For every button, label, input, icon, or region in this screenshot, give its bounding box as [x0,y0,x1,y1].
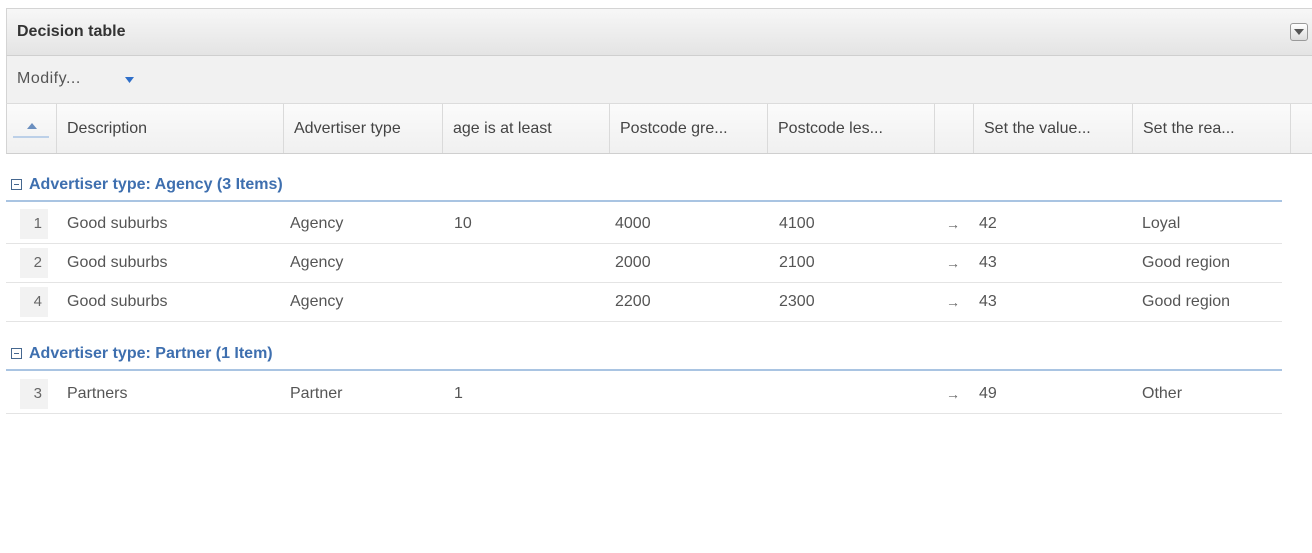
value-cell[interactable]: 43 [979,244,997,282]
group-header-agency[interactable]: Advertiser type: Agency (3 Items) [6,172,1282,202]
age-cell[interactable]: 10 [454,205,472,243]
postcode-gte-cell[interactable]: 2200 [615,283,651,321]
group-header-partner[interactable]: Advertiser type: Partner (1 Item) [6,341,1282,371]
group-divider [6,369,1282,371]
column-header-description[interactable]: Description [57,104,284,153]
right-arrow-icon: → [946,255,960,271]
reason-cell[interactable]: Other [1142,375,1182,413]
description-cell[interactable]: Good suburbs [67,244,168,282]
table-row[interactable]: 4 Good suburbs Agency 2200 2300 → 43 Goo… [6,283,1282,322]
column-header-postcode-lt[interactable]: Postcode les... [768,104,935,153]
decision-table-panel: Decision table Modify... Description Adv… [0,0,1312,553]
postcode-lt-cell[interactable]: 4100 [779,205,815,243]
caret-down-icon[interactable] [125,77,134,83]
sort-column-header[interactable] [7,104,57,153]
row-number: 3 [20,379,48,409]
panel-title: Decision table [17,23,126,40]
column-header-action[interactable] [935,104,974,153]
reason-cell[interactable]: Good region [1142,283,1230,321]
description-cell[interactable]: Good suburbs [67,283,168,321]
column-header-set-value[interactable]: Set the value... [974,104,1133,153]
right-arrow-icon: → [946,294,960,310]
table-header: Description Advertiser type age is at le… [6,103,1312,154]
table-row[interactable]: 1 Good suburbs Agency 10 4000 4100 → 42 … [6,205,1282,244]
group-divider [6,200,1282,202]
sort-indicator-line [13,136,49,138]
age-cell[interactable]: 1 [454,375,463,413]
toolbar: Modify... [6,56,1312,103]
column-header-age[interactable]: age is at least [443,104,610,153]
right-arrow-icon: → [946,216,960,232]
advertiser-type-cell[interactable]: Agency [290,283,343,321]
postcode-lt-cell[interactable]: 2300 [779,283,815,321]
collapse-panel-button[interactable] [1290,23,1308,41]
column-header-postcode-gte[interactable]: Postcode gre... [610,104,768,153]
row-number: 1 [20,209,48,239]
table-row[interactable]: 2 Good suburbs Agency 2000 2100 → 43 Goo… [6,244,1282,283]
group-label: Advertiser type: Partner (1 Item) [29,345,273,362]
table-row[interactable]: 3 Partners Partner 1 → 49 Other [6,375,1282,414]
row-number: 2 [20,248,48,278]
advertiser-type-cell[interactable]: Agency [290,244,343,282]
value-cell[interactable]: 42 [979,205,997,243]
postcode-lt-cell[interactable]: 2100 [779,244,815,282]
column-header-set-reason[interactable]: Set the rea... [1133,104,1291,153]
chevron-down-icon [1294,29,1304,35]
minus-box-icon[interactable] [11,348,22,359]
reason-cell[interactable]: Good region [1142,244,1230,282]
description-cell[interactable]: Good suburbs [67,205,168,243]
advertiser-type-cell[interactable]: Agency [290,205,343,243]
modify-menu-button[interactable]: Modify... [17,70,81,88]
right-arrow-icon: → [946,386,960,402]
value-cell[interactable]: 43 [979,283,997,321]
row-number: 4 [20,287,48,317]
value-cell[interactable]: 49 [979,375,997,413]
advertiser-type-cell[interactable]: Partner [290,375,342,413]
minus-box-icon[interactable] [11,179,22,190]
description-cell[interactable]: Partners [67,375,127,413]
reason-cell[interactable]: Loyal [1142,205,1180,243]
panel-titlebar: Decision table [6,8,1312,56]
postcode-gte-cell[interactable]: 4000 [615,205,651,243]
sort-ascending-icon [27,123,37,129]
postcode-gte-cell[interactable]: 2000 [615,244,651,282]
column-header-advertiser-type[interactable]: Advertiser type [284,104,443,153]
group-label: Advertiser type: Agency (3 Items) [29,176,283,193]
